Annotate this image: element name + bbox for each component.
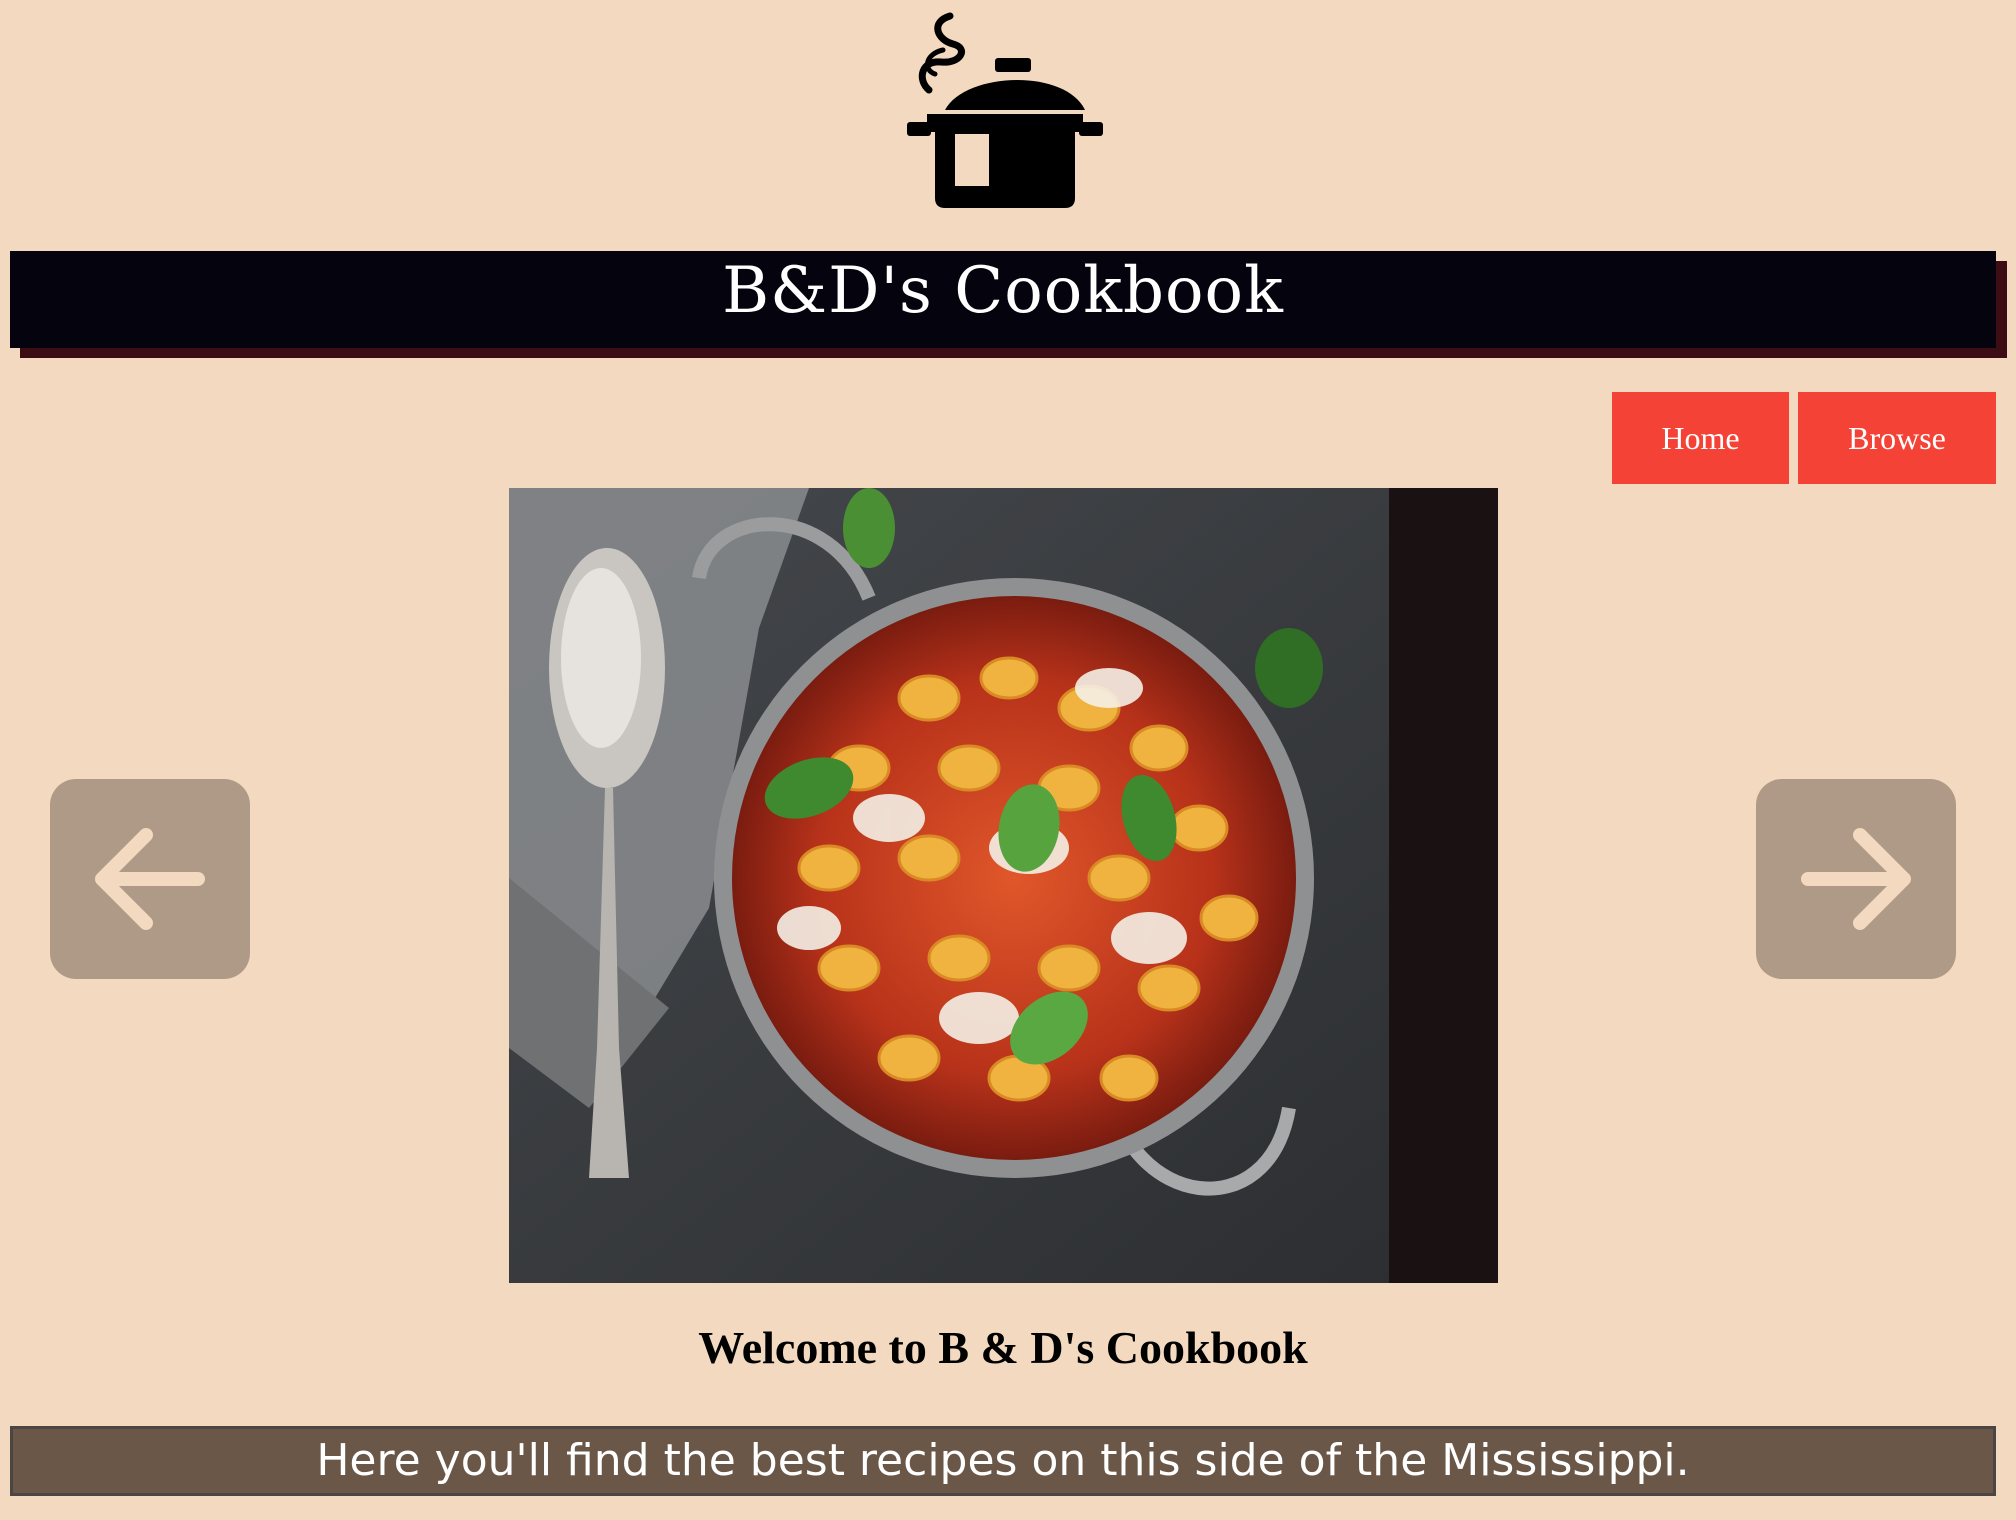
carousel-next-button[interactable] [1756,779,1956,979]
cooking-pot-icon [895,10,1115,210]
carousel-prev-button[interactable] [50,779,250,979]
browse-button[interactable]: Browse [1798,392,1996,484]
home-button[interactable]: Home [1612,392,1789,484]
arrow-left-icon [95,828,205,930]
site-title: B&D's Cookbook [10,251,1996,348]
arrow-right-icon [1801,828,1911,930]
carousel-image [509,488,1498,1283]
tagline-banner: Here you'll find the best recipes on thi… [10,1426,1996,1496]
welcome-heading: Welcome to B & D's Cookbook [698,1322,1308,1373]
